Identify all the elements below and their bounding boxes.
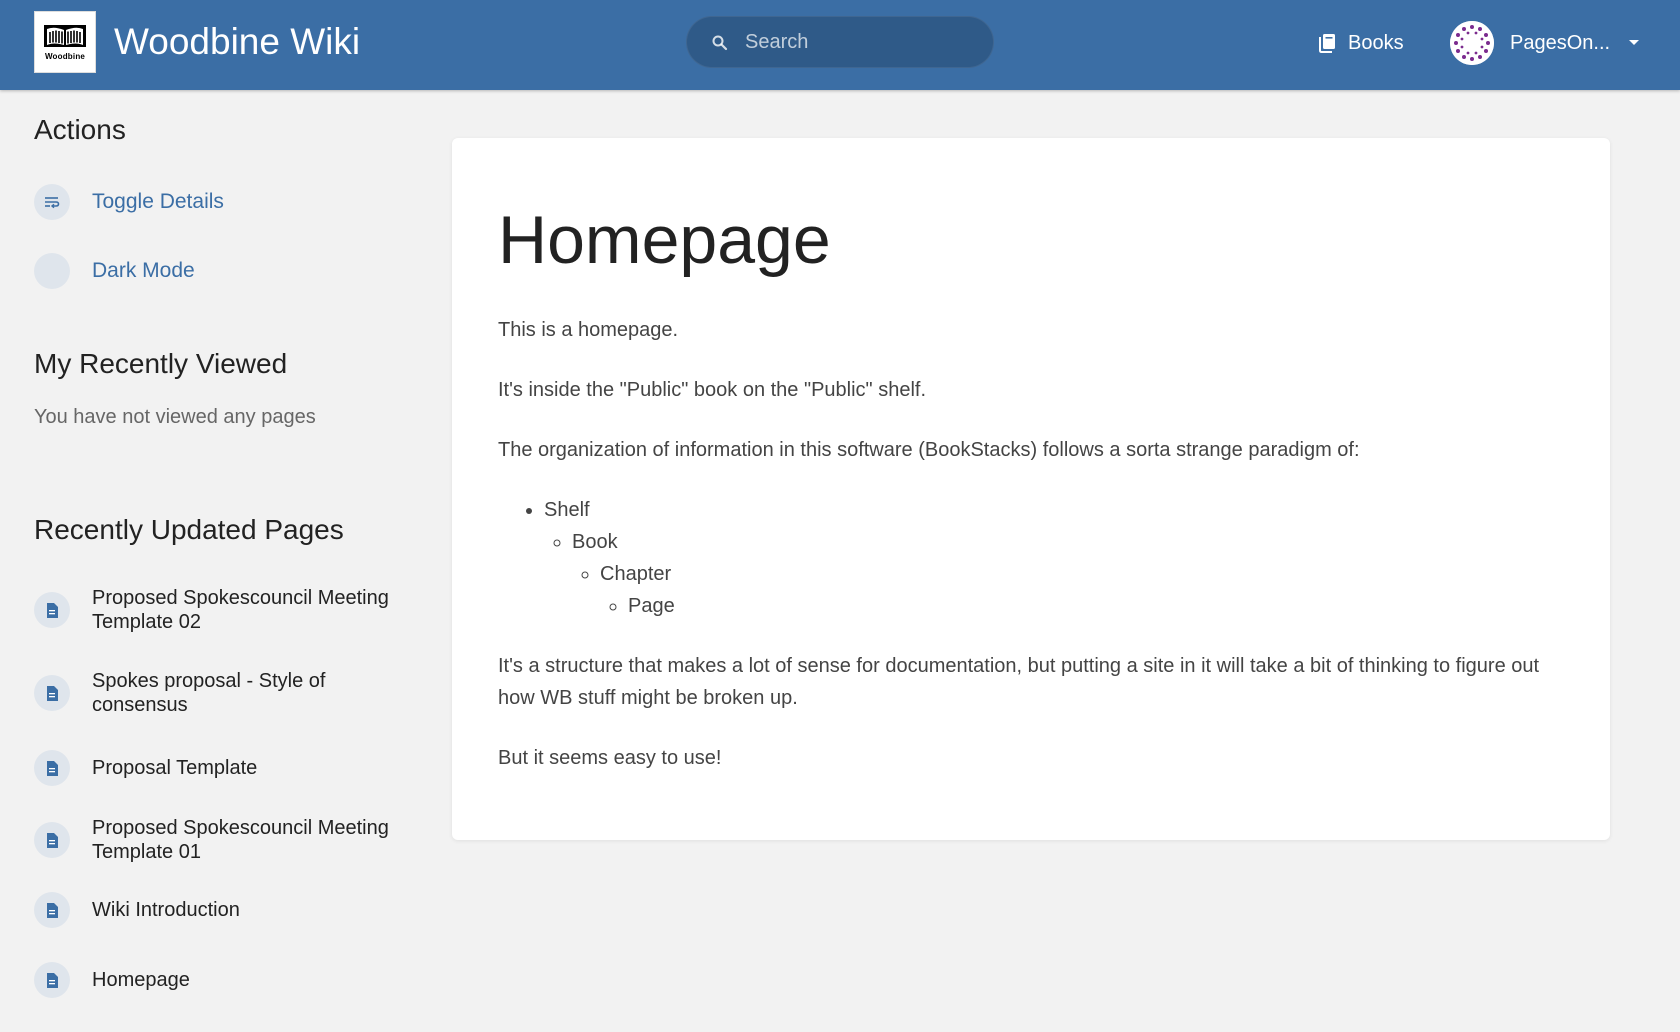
page-icon <box>34 822 70 858</box>
page-content-card: Homepage This is a homepage. It's inside… <box>452 138 1610 840</box>
top-header: Woodbine Woodbine Wiki Books <box>0 0 1680 90</box>
hierarchy-list: Shelf Book Chapter Page <box>498 494 1558 622</box>
actions-heading: Actions <box>34 114 126 145</box>
nested-list: Book Chapter Page <box>544 526 1558 622</box>
dark-mode-label: Dark Mode <box>92 259 195 282</box>
updated-page-label: Proposed Spokescouncil Meeting Template … <box>92 587 389 633</box>
user-name: PagesOn... <box>1510 31 1611 54</box>
paragraph: This is a homepage. <box>498 319 679 341</box>
list-item-text: Chapter <box>600 563 672 585</box>
page-title: Homepage <box>498 202 831 278</box>
updated-page-label: Homepage <box>92 969 190 991</box>
dark-mode-icon <box>34 253 70 289</box>
updated-page-item[interactable]: Proposal Template <box>34 750 414 786</box>
updated-page-label: Proposed Spokescouncil Meeting Template … <box>92 817 389 863</box>
search-bar[interactable] <box>686 16 994 68</box>
toggle-details-icon <box>34 184 70 220</box>
recently-viewed-empty: You have not viewed any pages <box>34 406 316 428</box>
toggle-details-button[interactable]: Toggle Details <box>34 184 224 220</box>
list-item: Page <box>628 590 1558 622</box>
user-avatar-icon <box>1450 21 1494 65</box>
paragraph: It's a structure that makes a lot of sen… <box>498 655 1540 709</box>
updated-page-item[interactable]: Proposed Spokescouncil Meeting Template … <box>34 586 414 634</box>
page-icon <box>34 750 70 786</box>
page-icon <box>34 962 70 998</box>
list-item: Book Chapter Page <box>572 526 1558 622</box>
user-menu[interactable]: PagesOn... <box>1450 20 1640 66</box>
list-item: Shelf Book Chapter Page <box>544 494 1558 622</box>
updated-page-item[interactable]: Spokes proposal - Style of consensus <box>34 669 414 717</box>
paragraph: It's inside the "Public" book on the "Pu… <box>498 379 927 401</box>
dark-mode-button[interactable]: Dark Mode <box>34 253 195 289</box>
list-item-text: Shelf <box>544 499 590 521</box>
toggle-details-label: Toggle Details <box>92 190 224 213</box>
books-label: Books <box>1348 31 1404 54</box>
recently-updated-heading: Recently Updated Pages <box>34 514 344 545</box>
logo-text: Woodbine <box>44 52 86 61</box>
paragraph: The organization of information in this … <box>498 439 1360 461</box>
updated-page-item[interactable]: Proposed Spokescouncil Meeting Template … <box>34 816 414 864</box>
chevron-down-icon <box>1629 40 1640 45</box>
updated-page-item[interactable]: Wiki Introduction <box>34 892 414 928</box>
list-item: Chapter Page <box>600 558 1558 622</box>
avatar <box>1450 21 1494 65</box>
updated-page-label: Spokes proposal - Style of consensus <box>92 670 326 716</box>
updated-page-label: Proposal Template <box>92 757 258 779</box>
page-icon <box>34 675 70 711</box>
recently-viewed-heading: My Recently Viewed <box>34 348 288 379</box>
paragraph: But it seems easy to use! <box>498 747 722 769</box>
site-title[interactable]: Woodbine Wiki <box>114 19 360 65</box>
site-logo[interactable]: Woodbine <box>34 11 96 73</box>
list-item-text: Book <box>572 531 618 553</box>
updated-page-label: Wiki Introduction <box>92 899 240 921</box>
page-icon <box>34 892 70 928</box>
search-input[interactable] <box>745 17 975 67</box>
books-icon <box>1319 34 1335 53</box>
page-icon <box>34 592 70 628</box>
list-item-text: Page <box>628 595 675 617</box>
nested-list: Chapter Page <box>572 558 1558 622</box>
updated-page-item[interactable]: Homepage <box>34 962 414 998</box>
page-body: This is a homepage. It's inside the "Pub… <box>498 314 1558 802</box>
nested-list: Page <box>600 590 1558 622</box>
search-icon <box>712 35 728 51</box>
books-logo-icon <box>44 25 86 47</box>
books-nav-link[interactable]: Books <box>1318 28 1404 58</box>
